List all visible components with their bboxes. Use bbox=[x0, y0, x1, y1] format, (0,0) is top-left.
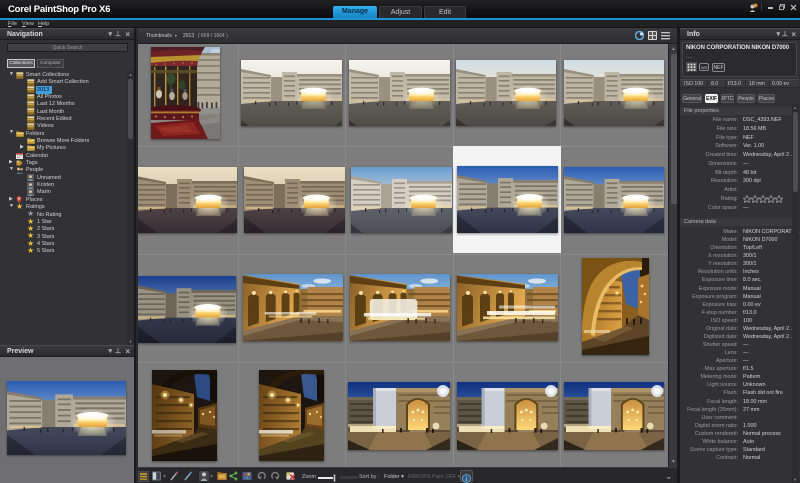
svg-text:i: i bbox=[466, 475, 468, 483]
